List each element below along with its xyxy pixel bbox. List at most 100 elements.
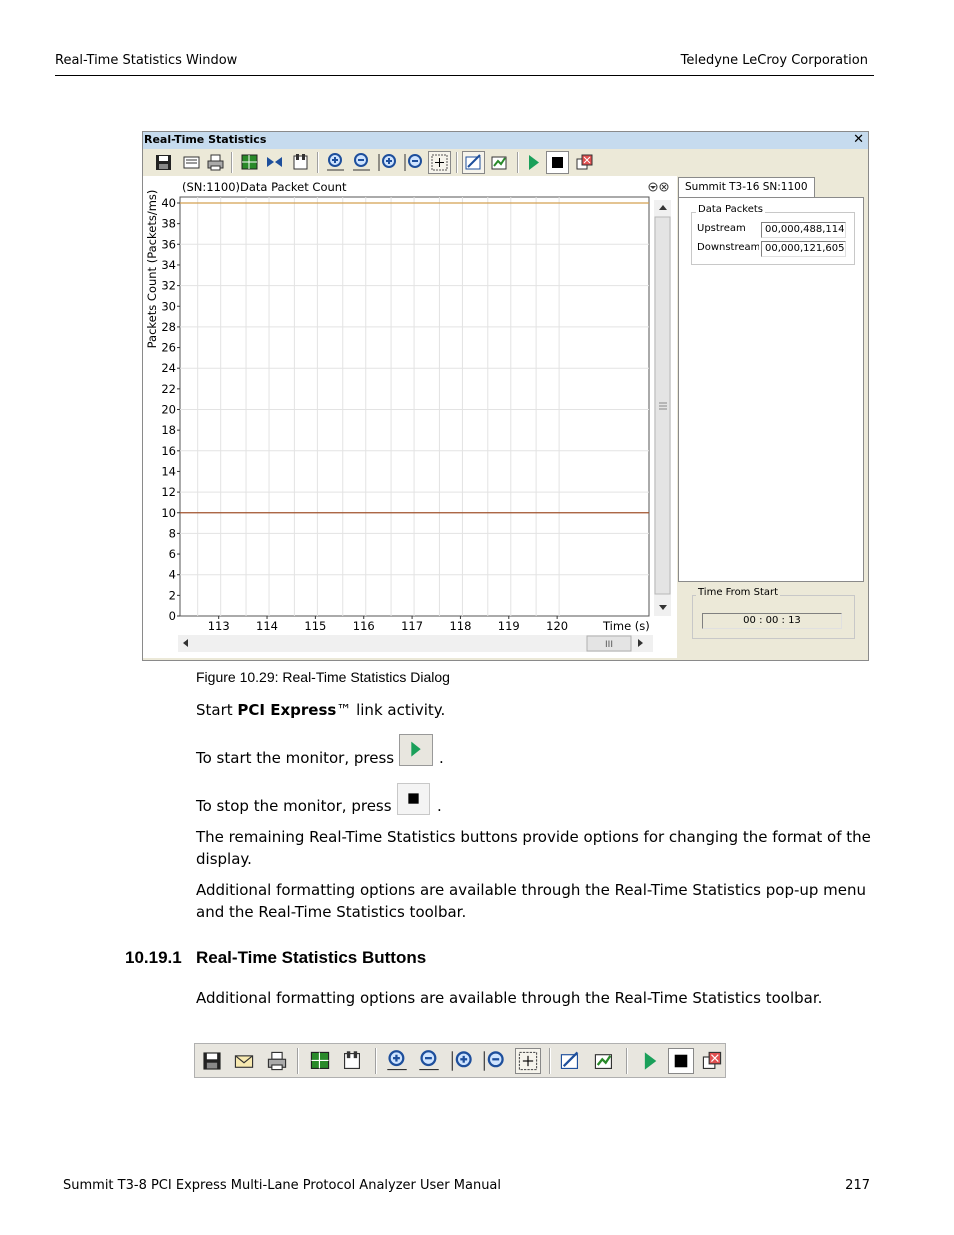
stop-icon[interactable] [668,1048,694,1074]
real-time-statistics-toolbar [194,1043,726,1078]
y-tick-label: 2 [169,588,176,602]
y-tick-label: 8 [169,526,176,540]
zoom-out-y-icon[interactable] [403,152,424,173]
scroll-thumb-grip: III [605,640,613,650]
data-packet-count-chart: (SN:1100)Data Packet Count Packets Count… [145,180,671,652]
downstream-value: 00,000,121,605 [761,241,846,257]
inline-start-button [399,734,433,766]
crosshair-icon[interactable] [515,1048,541,1074]
zoom-out-x-icon[interactable] [351,152,372,173]
zoom-in-x-icon[interactable] [325,152,346,173]
chart-panel: (SN:1100)Data Packet Count Packets Count… [143,176,677,658]
y-tick-label: 38 [161,217,176,231]
close-icon[interactable]: ✕ [853,132,864,148]
toolbar-separator [297,1048,299,1074]
upstream-label: Upstream [697,223,746,234]
print-icon[interactable] [265,1049,289,1073]
save-icon[interactable] [153,152,174,173]
header-rule [55,75,874,76]
chart-title: (SN:1100)Data Packet Count [182,180,347,194]
zoom-in-y-icon[interactable] [377,152,398,173]
paragraph-additional-options: Additional formatting options are availa… [196,881,867,921]
zoom-in-y-icon[interactable] [450,1049,474,1073]
paragraph-toolbar: Additional formatting options are availa… [196,989,823,1007]
section-title: Real-Time Statistics Buttons [196,948,427,967]
stop-period: . [437,797,442,815]
y-tick-label: 32 [161,279,176,293]
data-packets-legend: Data Packets [696,204,765,215]
toolbar-separator [231,152,233,173]
chart-view-icon[interactable] [239,152,260,173]
y-tick-label: 22 [161,382,176,396]
data-packets-group [691,212,855,265]
zoom-out-y-icon[interactable] [482,1049,506,1073]
print-preview-icon[interactable] [181,152,202,173]
y-tick-label: 18 [161,423,176,437]
y-tick-label: 28 [161,320,176,334]
fit-icon[interactable] [558,1049,582,1073]
y-tick-label: 6 [169,547,176,561]
restore-icon[interactable] [592,1049,616,1073]
y-tick-label: 20 [161,403,176,417]
stop-instruction: To stop the monitor, press [196,797,392,815]
y-tick-label: 16 [161,444,176,458]
x-tick-label: 114 [256,619,278,633]
chart-view-icon[interactable] [308,1049,332,1073]
x-axis-ticks: 113 114 115 116 117 118 119 120 [208,616,568,633]
real-time-statistics-dialog: Real-Time Statistics ✕ (SN:1100)Data Pac… [142,131,869,661]
save-icon[interactable] [200,1049,224,1073]
tab-summit-device[interactable]: Summit T3-16 SN:1100 [678,177,815,197]
paragraph-remaining-buttons: The remaining Real-Time Statistics butto… [196,828,871,868]
collapse-arrow-icon [650,186,656,189]
inline-stop-button [397,783,430,815]
start-instruction: To start the monitor, press [196,749,395,767]
y-tick-label: 10 [161,506,176,520]
horizontal-scrollbar[interactable] [178,635,653,652]
toolbar-separator [375,1048,377,1074]
y-tick-label: 30 [161,299,176,313]
paragraph-start-link: Start PCI Express™ link activity. [196,701,446,719]
y-tick-label: 14 [161,464,176,478]
split-icon[interactable] [264,152,285,173]
time-from-start-legend: Time From Start [696,587,781,598]
y-axis-ticks: 0246810121416182022242628303234363840 [161,196,180,623]
restore-icon[interactable] [489,152,510,173]
x-tick-label: 118 [449,619,471,633]
start-icon[interactable] [523,152,544,173]
dialog-title: Real-Time Statistics [144,133,267,146]
y-tick-label: 34 [161,258,176,272]
close-monitor-icon[interactable] [574,152,595,173]
toolbar-separator [456,152,458,173]
x-tick-label: 119 [498,619,520,633]
stop-icon[interactable] [546,151,569,174]
figure-caption: Figure 10.29: Real-Time Statistics Dialo… [196,669,450,685]
start-icon[interactable] [638,1049,662,1073]
x-tick-label: 115 [304,619,326,633]
y-tick-label: 24 [161,361,176,375]
section-number: 10.19.1 [125,948,182,967]
y-tick-label: 36 [161,237,176,251]
toolbar-separator [517,152,519,173]
y-tick-label: 26 [161,341,176,355]
close-monitor-icon[interactable] [700,1049,724,1073]
y-tick-label: 4 [169,568,176,582]
x-tick-label: 116 [353,619,375,633]
chart-grid [179,196,650,617]
zoom-in-x-icon[interactable] [385,1049,409,1073]
crosshair-icon[interactable] [428,151,451,174]
time-from-start-value: 00 : 00 : 13 [702,613,842,629]
properties-icon[interactable] [290,152,311,173]
y-axis-label: Packets Count (Packets/ms) [145,190,159,349]
running-header-left: Real-Time Statistics Window [55,53,238,68]
print-preview-icon[interactable] [232,1049,256,1073]
y-tick-label: 0 [169,609,176,623]
dialog-toolbar [143,149,868,177]
print-icon[interactable] [205,152,226,173]
toolbar-separator [317,152,319,173]
fit-icon[interactable] [462,151,485,174]
dialog-title-bar: Real-Time Statistics [143,132,868,149]
properties-icon[interactable] [340,1049,364,1073]
page-number: 217 [845,1178,870,1193]
zoom-out-x-icon[interactable] [417,1049,441,1073]
y-tick-label: 12 [161,485,176,499]
